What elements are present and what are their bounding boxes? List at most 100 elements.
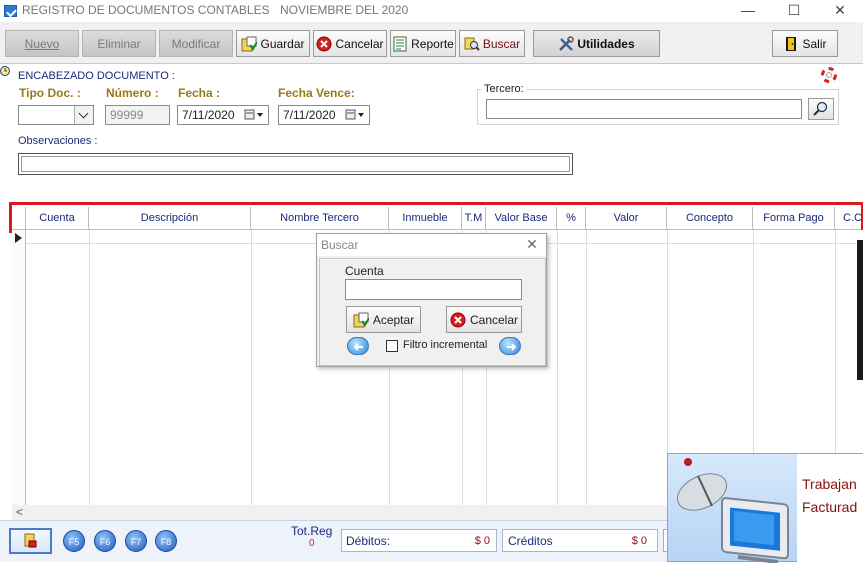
cancelar-label: Cancelar [335, 36, 384, 51]
dialog-cuenta-input[interactable] [345, 279, 522, 300]
popup-line-2: Facturad [802, 499, 858, 515]
buscar-button[interactable]: Buscar [459, 30, 525, 57]
reporte-label: Reporte [411, 36, 454, 51]
dialog-title: Buscar [321, 238, 359, 252]
section-title: ENCABEZADO DOCUMENTO : [18, 70, 175, 82]
numero-field[interactable]: 99999 [105, 105, 170, 125]
numero-label: Número : [106, 86, 159, 100]
creditos-label: Créditos [508, 534, 553, 548]
eliminar-button[interactable]: Eliminar [82, 30, 156, 57]
salir-label: Salir [802, 36, 827, 51]
debitos-value: $ 0 [474, 535, 490, 547]
tercero-search-button[interactable] [808, 98, 834, 120]
report-icon [392, 36, 408, 52]
fecha-label: Fecha : [178, 86, 221, 100]
popup-line-1: Trabajan [802, 476, 857, 492]
dialog-cancelar-button[interactable]: Cancelar [446, 306, 522, 333]
modificar-label: Modificar [171, 36, 221, 51]
fecha-field[interactable]: 7/11/2020 [177, 105, 269, 125]
guardar-button[interactable]: Guardar [236, 30, 310, 57]
buscar-label: Buscar [482, 36, 521, 51]
cancel-icon [316, 36, 332, 52]
current-row-arrow-icon [15, 233, 22, 243]
period-label: NOVIEMBRE DEL 2020 [280, 3, 409, 17]
nuevo-label: Nuevo [24, 36, 60, 51]
cancel-icon [450, 312, 466, 328]
popup-text-area: Trabajan Facturad [797, 454, 863, 563]
notification-popup[interactable]: Trabajan Facturad [667, 453, 863, 564]
tools-icon [558, 35, 575, 52]
reporte-button[interactable]: Reporte [390, 30, 456, 57]
scroll-left-icon[interactable]: < [16, 505, 23, 519]
aceptar-button[interactable]: Aceptar [346, 306, 421, 333]
horizontal-scrollbar[interactable]: < [12, 505, 668, 520]
tercero-label: Tercero: [482, 83, 526, 95]
f5-key-button[interactable]: F5 [63, 530, 85, 552]
debitos-label: Débitos: [346, 534, 391, 548]
creditos-box: Créditos $ 0 [502, 529, 658, 552]
grid-col-divider [89, 230, 90, 505]
f7-key-button[interactable]: F7 [125, 530, 147, 552]
buscar-dialog: Buscar ✕ Cuenta Aceptar Cancelar Filtro … [316, 233, 547, 367]
dialog-cancelar-label: Cancelar [469, 312, 519, 327]
fecha-value: 7/11/2020 [182, 108, 235, 122]
tipo-doc-select[interactable] [18, 105, 94, 125]
close-button[interactable]: ✕ [817, 0, 863, 22]
search-icon [464, 36, 480, 52]
fecha-vence-field[interactable]: 7/11/2020 [278, 105, 370, 125]
save-icon [241, 36, 259, 52]
accept-icon [353, 312, 370, 328]
grid-col-divider [586, 230, 587, 505]
filtro-incremental-label: Filtro incremental [403, 339, 488, 351]
dialog-field-label: Cuenta [345, 264, 384, 278]
f6-key-button[interactable]: F6 [94, 530, 116, 552]
chevron-down-icon[interactable] [74, 106, 93, 124]
maximize-button[interactable]: ☐ [771, 0, 817, 22]
dialog-title-bar: Buscar ✕ [317, 234, 546, 256]
debitos-box: Débitos: $ 0 [341, 529, 497, 552]
modificar-button[interactable]: Modificar [159, 30, 233, 57]
utilidades-label: Utilidades [577, 36, 635, 51]
eliminar-label: Eliminar [97, 36, 141, 51]
fecha-vence-value: 7/11/2020 [283, 108, 336, 122]
grid-col-divider [251, 230, 252, 505]
clock-icon [0, 64, 11, 77]
calendar-dropdown-icon[interactable] [345, 108, 367, 122]
cancelar-button[interactable]: Cancelar [313, 30, 387, 57]
magnifier-icon [813, 101, 828, 116]
minimize-button[interactable]: — [725, 0, 771, 22]
creditos-value: $ 0 [631, 535, 647, 547]
header-highlight-box [9, 202, 863, 233]
network-computer-icon [668, 454, 798, 564]
next-arrow-icon[interactable] [499, 337, 521, 355]
grid-col-divider [557, 230, 558, 505]
observaciones-label: Observaciones : [18, 135, 98, 147]
status-action-button[interactable] [9, 528, 52, 554]
fecha-vence-label: Fecha Vence: [278, 86, 355, 100]
filtro-incremental-checkbox[interactable] [386, 340, 398, 352]
totreg-label: Tot.Reg [291, 524, 333, 538]
observaciones-input[interactable] [18, 153, 573, 175]
title-bar: REGISTRO DE DOCUMENTOS CONTABLES NOVIEMB… [0, 0, 863, 22]
previous-arrow-icon[interactable] [347, 337, 369, 355]
background-window-edge [857, 240, 863, 380]
app-icon [4, 5, 17, 17]
totreg-value: 0 [309, 538, 315, 549]
guardar-label: Guardar [260, 36, 305, 51]
help-lifebuoy-icon[interactable] [821, 67, 837, 83]
f8-key-button[interactable]: F8 [155, 530, 177, 552]
tipo-doc-label: Tipo Doc. : [19, 86, 81, 100]
dialog-close-icon[interactable]: ✕ [521, 236, 543, 254]
status-bar: F5 F6 F7 F8 Tot.Reg 0 Débitos: $ 0 Crédi… [0, 520, 668, 562]
tercero-input[interactable] [486, 99, 802, 119]
nuevo-button[interactable]: Nuevo [5, 30, 79, 57]
aceptar-label: Aceptar [372, 312, 415, 327]
calendar-dropdown-icon[interactable] [244, 108, 266, 122]
document-lock-icon [24, 533, 37, 548]
row-selector-column [12, 230, 26, 505]
toolbar: Nuevo Eliminar Modificar Guardar Cancela… [0, 22, 863, 64]
exit-door-icon [783, 36, 799, 52]
window-title: REGISTRO DE DOCUMENTOS CONTABLES [22, 3, 270, 17]
salir-button[interactable]: Salir [772, 30, 838, 57]
utilidades-button[interactable]: Utilidades [533, 30, 660, 57]
